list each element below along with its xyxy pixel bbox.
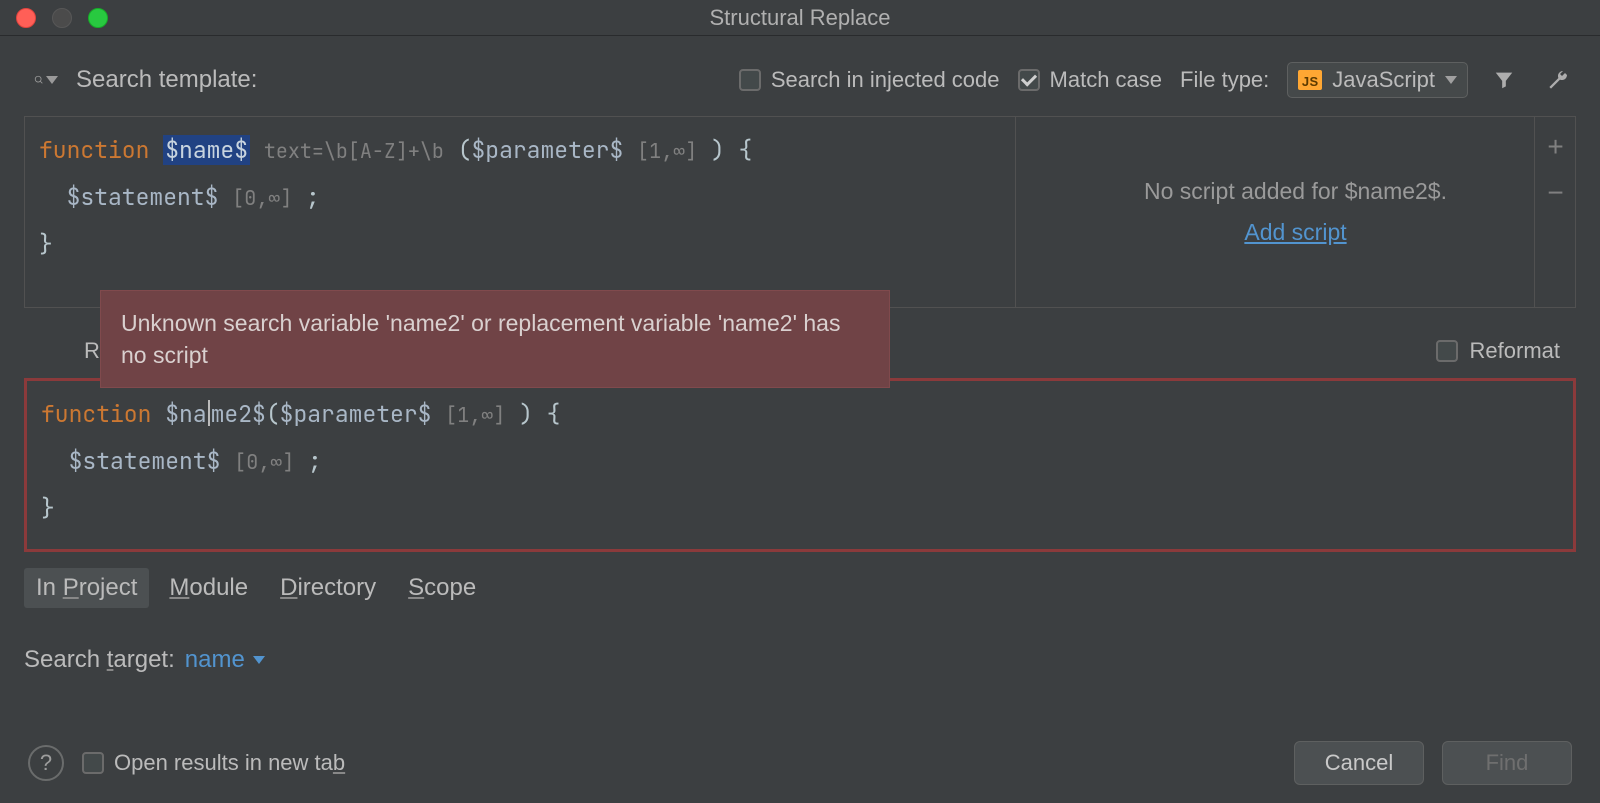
scope-tab-directory[interactable]: Directory	[268, 568, 388, 608]
annotation: [1,∞]	[445, 402, 505, 428]
filter-icon[interactable]	[1486, 62, 1522, 98]
search-target-dropdown[interactable]: name	[185, 646, 265, 674]
checkbox-icon	[1436, 340, 1458, 362]
annotation: text=\b[A-Z]+\b	[264, 138, 444, 164]
add-icon[interactable]: +	[1547, 133, 1563, 161]
variable-parameter: $parameter$	[471, 135, 623, 165]
search-target-value: name	[185, 646, 245, 674]
checkbox-label: Reformat	[1470, 338, 1560, 364]
window-controls	[16, 8, 108, 28]
keyword: function	[39, 135, 149, 165]
script-panel: No script added for $name2$. Add script …	[1015, 117, 1575, 307]
search-in-injected-checkbox[interactable]: Search in injected code	[739, 67, 1000, 93]
chevron-down-icon	[1445, 76, 1457, 84]
scope-tab-in-project[interactable]: In Project	[24, 568, 149, 608]
keyword: function	[41, 399, 151, 429]
add-script-link[interactable]: Add script	[1244, 219, 1346, 246]
search-pane: function $name$ text=\b[A-Z]+\b ($parame…	[24, 116, 1576, 308]
search-target-label: Search target:	[24, 646, 175, 674]
annotation: [1,∞]	[637, 138, 697, 164]
remove-icon[interactable]: −	[1547, 179, 1563, 207]
chevron-down-icon	[253, 656, 265, 664]
file-type-value: JavaScript	[1332, 67, 1435, 93]
zoom-window-button[interactable]	[88, 8, 108, 28]
replace-template-editor[interactable]: function $name2$($parameter$ [1,∞] ) { $…	[27, 381, 1573, 549]
titlebar: Structural Replace	[0, 0, 1600, 36]
variable-name2: $name2$	[165, 399, 266, 429]
close-window-button[interactable]	[16, 8, 36, 28]
replace-row: Unknown search variable 'name2' or repla…	[0, 308, 1600, 378]
help-button[interactable]: ?	[28, 745, 64, 781]
variable-statement: $statement$	[69, 446, 221, 476]
side-tools: + −	[1534, 117, 1576, 307]
wrench-icon[interactable]	[1540, 62, 1576, 98]
javascript-icon: JS	[1298, 70, 1322, 90]
variable-statement: $statement$	[67, 182, 219, 212]
reformat-checkbox[interactable]: Reformat	[1436, 338, 1560, 364]
search-template-editor[interactable]: function $name$ text=\b[A-Z]+\b ($parame…	[25, 117, 1015, 307]
variable-parameter: $parameter$	[280, 399, 432, 429]
match-case-checkbox[interactable]: Match case	[1018, 67, 1163, 93]
checkbox-label: Match case	[1050, 67, 1163, 93]
error-tooltip: Unknown search variable 'name2' or repla…	[100, 290, 890, 388]
scope-tab-scope[interactable]: Scope	[396, 568, 488, 608]
scope-tab-module[interactable]: Module	[157, 568, 260, 608]
checkbox-icon	[82, 752, 104, 774]
find-button[interactable]: Find	[1442, 741, 1572, 785]
file-type-label: File type:	[1180, 67, 1269, 93]
open-results-checkbox[interactable]: Open results in new tab	[82, 750, 345, 776]
no-script-message: No script added for $name2$.	[1144, 178, 1447, 205]
search-template-label: Search template:	[76, 66, 257, 94]
search-icon[interactable]	[34, 68, 58, 92]
search-target-row: Search target: name	[24, 646, 1576, 674]
scope-tabs: In Project Module Directory Scope	[24, 568, 1576, 608]
text-caret	[208, 400, 210, 426]
checkbox-icon	[1018, 69, 1040, 91]
file-type-combobox[interactable]: JS JavaScript	[1287, 62, 1468, 98]
toolbar: Search template: Search in injected code…	[0, 36, 1600, 116]
checkbox-label: Search in injected code	[771, 67, 1000, 93]
annotation: [0,∞]	[232, 185, 292, 211]
checkbox-icon	[739, 69, 761, 91]
checkbox-label: Open results in new tab	[114, 750, 345, 776]
window-title: Structural Replace	[0, 5, 1600, 31]
variable-name: $name$	[163, 135, 250, 165]
replace-editor-frame: function $name2$($parameter$ [1,∞] ) { $…	[24, 378, 1576, 552]
minimize-window-button[interactable]	[52, 8, 72, 28]
cancel-button[interactable]: Cancel	[1294, 741, 1424, 785]
dialog-buttons: ? Open results in new tab Cancel Find	[0, 727, 1600, 803]
annotation: [0,∞]	[234, 449, 294, 475]
